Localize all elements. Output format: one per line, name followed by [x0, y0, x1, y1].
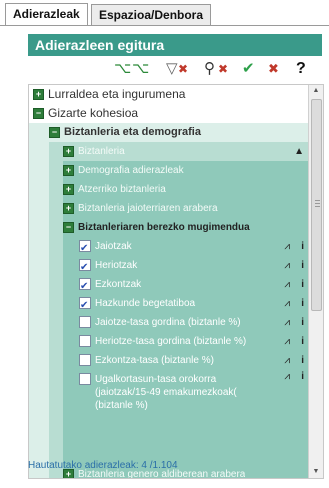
tree-item-demografia[interactable]: + Demografia adierazleak	[63, 161, 184, 180]
indicator-label: Heriotze-tasa gordina (biztanle %)	[95, 336, 247, 347]
scroll-grip	[315, 203, 320, 204]
chart-icon[interactable]: ▲	[294, 142, 304, 161]
indicator-label-line3: (biztanle %)	[95, 400, 148, 411]
tab-espazioa-denbora[interactable]: Espazioa/Denbora	[91, 4, 212, 25]
tree-toolbar: ⌥ ⌥ ▽ ✖ ⚲ ✖ ✔ ✖ ?	[28, 56, 322, 84]
expand-icon[interactable]: +	[63, 202, 74, 214]
line-chart-icon[interactable]: ⩘	[284, 370, 290, 383]
help-icon[interactable]: ?	[296, 60, 306, 78]
line-chart-icon[interactable]: ⩘	[284, 256, 290, 275]
check-all-icon[interactable]: ✔	[242, 60, 255, 78]
indicator-ezkontza-tasa[interactable]: Ezkontza-tasa (biztanle %) ⩘ i	[79, 351, 308, 370]
collapse-all-icon[interactable]: ⌥	[132, 60, 149, 78]
info-icon[interactable]: i	[301, 256, 304, 275]
line-chart-icon[interactable]: ⩘	[284, 313, 290, 332]
indicator-label: Ezkontza-tasa (biztanle %)	[95, 355, 214, 366]
indicator-jaiotzak[interactable]: Jaiotzak ⩘ i	[79, 237, 308, 258]
tree-item-label: Biztanleria jaioterriaren arabera	[78, 203, 218, 214]
expand-all-icon[interactable]: ⌥	[114, 60, 131, 78]
tree-sub-biztanleria-demografia[interactable]: − Biztanleria eta demografia	[49, 123, 201, 142]
line-chart-icon[interactable]: ⩘	[284, 294, 290, 313]
indicator-panel: Adierazleen egitura ⌥ ⌥ ▽ ✖ ⚲ ✖ ✔ ✖ ? + L…	[28, 34, 324, 479]
tree-cat-gizarte[interactable]: − Gizarte kohesioa	[33, 104, 138, 123]
tree-scrollbar[interactable]: ▲ ▼	[308, 85, 323, 478]
scroll-down-icon[interactable]: ▼	[309, 466, 323, 478]
tree-item-biztanleria[interactable]: + Biztanleria ▲	[63, 142, 308, 161]
line-chart-icon[interactable]: ⩘	[284, 275, 290, 294]
tree-cat-lurraldea[interactable]: + Lurraldea eta ingurumena	[33, 85, 185, 104]
indicator-ugalkortasun[interactable]: Ugalkortasun-tasa orokorra (jaiotzak/15-…	[79, 370, 308, 423]
info-icon[interactable]: i	[301, 313, 304, 332]
indicator-label: Jaiotzak	[95, 241, 132, 252]
expand-icon[interactable]: +	[33, 89, 44, 101]
collapse-icon[interactable]: −	[63, 221, 74, 233]
info-icon[interactable]: i	[301, 275, 304, 294]
indicator-tree: + Lurraldea eta ingurumena − Gizarte kohes…	[28, 84, 324, 479]
tab-adierazleak[interactable]: Adierazleak	[5, 3, 88, 26]
expand-icon[interactable]: +	[63, 145, 74, 157]
indicator-label: Jaiotze-tasa gordina (biztanle %)	[95, 317, 241, 328]
expand-icon[interactable]: +	[63, 183, 74, 195]
search-icon[interactable]: ⚲	[204, 60, 215, 78]
info-icon[interactable]: i	[301, 370, 304, 383]
indicator-label-line2: (jaiotzak/15-49 emakumezkoak(	[95, 387, 237, 398]
expand-icon[interactable]: +	[63, 164, 74, 176]
panel-title: Adierazleen egitura	[28, 34, 322, 56]
indicator-checkbox[interactable]	[79, 316, 91, 329]
indicator-jaiotze-tasa[interactable]: Jaiotze-tasa gordina (biztanle %) ⩘ i	[79, 313, 308, 332]
collapse-icon[interactable]: −	[33, 108, 44, 120]
line-chart-icon[interactable]: ⩘	[284, 332, 290, 351]
indicator-checkbox[interactable]	[79, 373, 91, 386]
indicator-heriotze-tasa[interactable]: Heriotze-tasa gordina (biztanle %) ⩘ i	[79, 332, 308, 351]
indicator-label: Ezkontzak	[95, 279, 142, 290]
indicator-checkbox[interactable]	[79, 258, 91, 277]
info-icon[interactable]: i	[301, 294, 304, 313]
indicator-hazkunde[interactable]: Hazkunde begetatiboa ⩘ i	[79, 294, 308, 315]
tree-item-label: Biztanleria	[78, 146, 125, 157]
scroll-grip	[315, 200, 320, 201]
scroll-grip	[315, 206, 320, 207]
tree-cat-label: Lurraldea eta ingurumena	[48, 87, 186, 101]
clear-filter-icon[interactable]: ✖	[178, 60, 188, 78]
tab-divider	[0, 25, 329, 26]
indicator-checkbox[interactable]	[79, 296, 91, 315]
indicator-label: Hazkunde begetatiboa	[95, 298, 196, 309]
info-icon[interactable]: i	[301, 332, 304, 351]
tree-item-atzerriko[interactable]: + Atzerriko biztanleria	[63, 180, 166, 199]
tree-item-berezko-mugimendua[interactable]: − Biztanleriaren berezko mugimendua	[63, 218, 250, 237]
tree-cat-label: Gizarte kohesioa	[48, 106, 139, 120]
clear-search-icon[interactable]: ✖	[218, 60, 228, 78]
uncheck-all-icon[interactable]: ✖	[268, 60, 279, 78]
tree-item-label: Biztanleriaren berezko mugimendua	[78, 222, 250, 233]
tree-item-jaioterria[interactable]: + Biztanleria jaioterriaren arabera	[63, 199, 218, 218]
tree-item-label: Atzerriko biztanleria	[78, 184, 166, 195]
indicator-checkbox[interactable]	[79, 335, 91, 348]
indicator-checkbox[interactable]	[79, 354, 91, 367]
collapse-icon[interactable]: −	[49, 126, 60, 138]
tree-item-label: Demografia adierazleak	[78, 165, 184, 176]
scroll-thumb[interactable]	[311, 99, 322, 311]
tab-bar: Adierazleak Espazioa/Denbora	[0, 0, 329, 26]
tree-sub-label: Biztanleria eta demografia	[64, 126, 201, 138]
indicator-heriotzak[interactable]: Heriotzak ⩘ i	[79, 256, 308, 277]
indicator-label: Ugalkortasun-tasa orokorra	[95, 374, 217, 385]
scroll-up-icon[interactable]: ▲	[309, 85, 323, 97]
indicator-checkbox[interactable]	[79, 239, 91, 258]
indicator-label: Heriotzak	[95, 260, 138, 271]
line-chart-icon[interactable]: ⩘	[284, 237, 290, 256]
info-icon[interactable]: i	[301, 237, 304, 256]
indicator-checkbox[interactable]	[79, 277, 91, 296]
selected-count-status: Hautatutako adierazleak: 4 /1.104	[28, 460, 178, 471]
line-chart-icon[interactable]: ⩘	[284, 351, 290, 370]
info-icon[interactable]: i	[301, 351, 304, 370]
indicator-ezkontzak[interactable]: Ezkontzak ⩘ i	[79, 275, 308, 296]
filter-icon[interactable]: ▽	[166, 60, 178, 78]
